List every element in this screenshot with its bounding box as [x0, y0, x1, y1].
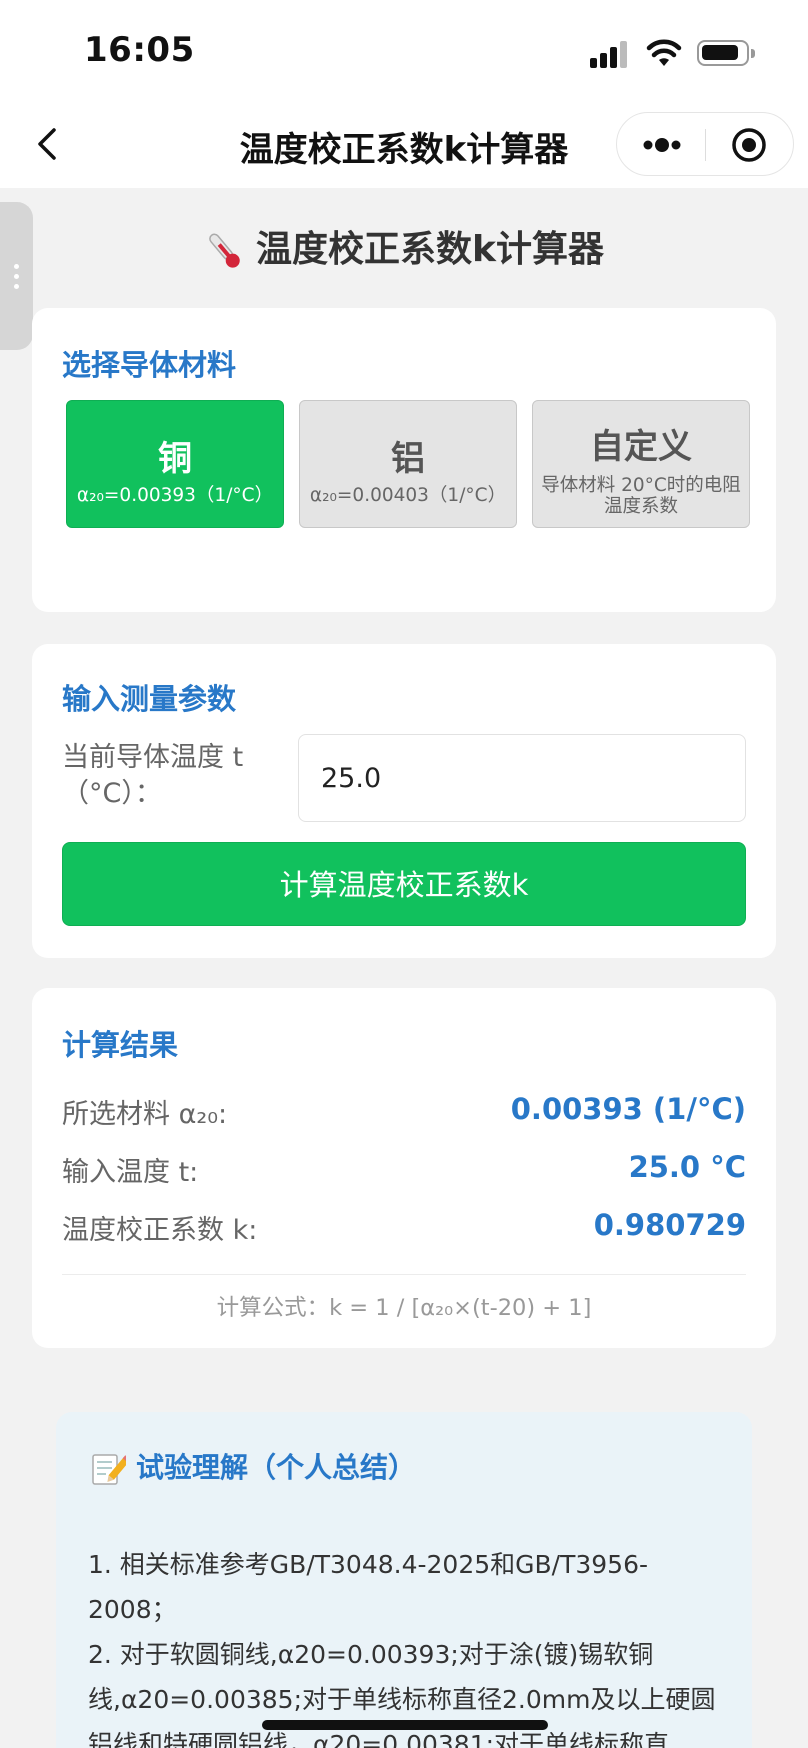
notes-body: 1. 相关标准参考GB/T3048.4-2025和GB/T3956-2008； … [88, 1550, 716, 1748]
thermometer-icon [209, 233, 240, 268]
page-title-text: 温度校正系数k计算器 [256, 229, 604, 270]
material-option-sub: 导体材料 20°C时的电阻温度系数 [541, 475, 741, 517]
status-bar: 16:05 [0, 0, 808, 100]
material-option-name: 铜 [158, 439, 192, 479]
result-row-alpha: 所选材料 α₂₀: 0.00393 (1/°C) [62, 1092, 746, 1132]
status-time: 16:05 [84, 30, 195, 70]
material-option-name: 自定义 [590, 427, 692, 467]
result-label: 温度校正系数 k: [62, 1215, 258, 1246]
material-option-aluminum[interactable]: 铝 α₂₀=0.00403（1/°C） [299, 400, 517, 528]
material-option-custom[interactable]: 自定义 导体材料 20°C时的电阻温度系数 [532, 400, 750, 528]
home-indicator[interactable] [262, 1720, 548, 1730]
mini-program-capsule [616, 112, 794, 176]
temperature-input[interactable] [298, 734, 746, 822]
notes-title-text: 试验理解（个人总结） [136, 1451, 417, 1484]
notes-card: 试验理解（个人总结） 1. 相关标准参考GB/T3048.4-2025和GB/T… [56, 1412, 752, 1748]
result-row-temperature: 输入温度 t: 25.0 °C [62, 1150, 746, 1190]
memo-pencil-icon [92, 1454, 126, 1485]
formula-text: 计算公式：k = 1 / [α₂₀×(t-20) + 1] [216, 1295, 592, 1321]
result-card: 计算结果 所选材料 α₂₀: 0.00393 (1/°C) 输入温度 t: 25… [32, 988, 776, 1348]
material-section-title: 选择导体材料 [62, 348, 237, 382]
result-row-k: 温度校正系数 k: 0.980729 [62, 1208, 746, 1248]
result-label: 输入温度 t: [62, 1157, 199, 1188]
result-label: 所选材料 α₂₀: [62, 1099, 228, 1130]
close-target-icon[interactable] [731, 127, 767, 163]
input-card: 输入测量参数 当前导体温度 t（°C）： 计算温度校正系数k [32, 644, 776, 958]
calculate-button[interactable]: 计算温度校正系数k [62, 842, 746, 926]
temperature-label: 当前导体温度 t（°C）： [62, 742, 244, 809]
material-option-copper[interactable]: 铜 α₂₀=0.00393（1/°C） [66, 400, 284, 528]
result-section-title: 计算结果 [62, 1028, 179, 1062]
nav-bar: 温度校正系数k计算器 [0, 100, 808, 188]
input-section-title: 输入测量参数 [62, 682, 237, 716]
material-option-sub: α₂₀=0.00393（1/°C） [76, 485, 274, 506]
result-value: 25.0 °C [628, 1150, 746, 1184]
notes-title: 试验理解（个人总结） [90, 1446, 416, 1487]
result-value: 0.00393 (1/°C) [510, 1092, 746, 1126]
battery-icon [697, 40, 755, 66]
result-value: 0.980729 [593, 1208, 746, 1242]
signal-icon [590, 40, 630, 68]
result-divider [62, 1274, 746, 1275]
material-card: 选择导体材料 铜 α₂₀=0.00393（1/°C） 铝 α₂₀=0.00403… [32, 308, 776, 612]
page-title: 温度校正系数k计算器 [0, 220, 808, 273]
material-option-sub: α₂₀=0.00403（1/°C） [309, 485, 507, 506]
material-option-name: 铝 [391, 439, 425, 479]
wifi-icon [646, 39, 682, 66]
more-dots-icon[interactable] [639, 127, 719, 163]
